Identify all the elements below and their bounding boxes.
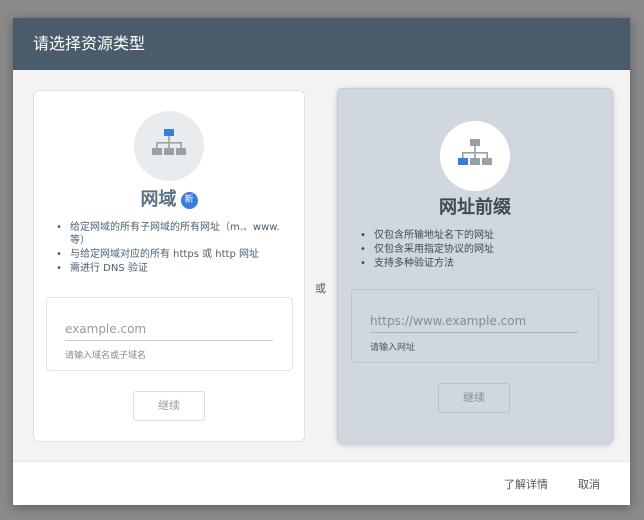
domain-property-card[interactable]: 网域新 给定网域的所有子网域的所有网址（m.、www. 等） 与给定网域对应的所… (33, 90, 305, 442)
prefix-icon-circle (440, 121, 510, 191)
list-item: 仅包含采用指定协议的网址 (360, 243, 598, 256)
new-badge: 新 (180, 192, 198, 209)
url-prefix-property-card[interactable]: 网址前缀 仅包含所输地址名下的网址 仅包含采用指定协议的网址 支持多种验证方法 … (337, 88, 613, 444)
prefix-helper-text: 请输入网址 (370, 343, 416, 353)
domain-helper-text: 请输入域名或子域名 (65, 351, 147, 361)
list-item: 支持多种验证方法 (360, 257, 598, 270)
prefix-card-title: 网址前缀 (439, 197, 511, 218)
resource-type-dialog: 请选择资源类型 网域新 给定 (13, 18, 630, 505)
list-item: 与给定网域对应的所有 https 或 http 网址 (56, 248, 290, 261)
list-item: 需进行 DNS 验证 (56, 262, 290, 275)
dialog-body: 网域新 给定网域的所有子网域的所有网址（m.、www. 等） 与给定网域对应的所… (13, 70, 630, 462)
domain-title-text: 网域 (140, 189, 177, 210)
list-item: 仅包含所输地址名下的网址 (360, 229, 598, 242)
domain-card-title: 网域新 (34, 185, 304, 211)
prefix-input-box: 请输入网址 (351, 289, 599, 363)
domain-input[interactable] (65, 318, 273, 341)
domain-input-box: 请输入域名或子域名 (46, 297, 293, 371)
prefix-bullet-list: 仅包含所输地址名下的网址 仅包含采用指定协议的网址 支持多种验证方法 (360, 229, 598, 271)
dialog-header: 请选择资源类型 (13, 18, 630, 70)
sitemap-icon (458, 139, 492, 165)
dialog-title: 请选择资源类型 (33, 34, 146, 53)
domain-icon-circle (134, 111, 204, 181)
dialog-footer: 了解详情 取消 (13, 461, 630, 505)
sitemap-icon (152, 129, 186, 155)
prefix-continue-button[interactable]: 继续 (438, 383, 510, 413)
cancel-button[interactable]: 取消 (578, 476, 600, 492)
url-prefix-input[interactable] (370, 310, 578, 333)
learn-more-link[interactable]: 了解详情 (504, 476, 548, 492)
domain-continue-button[interactable]: 继续 (133, 391, 205, 421)
domain-bullet-list: 给定网域的所有子网域的所有网址（m.、www. 等） 与给定网域对应的所有 ht… (56, 221, 290, 276)
or-separator: 或 (315, 282, 326, 295)
list-item: 给定网域的所有子网域的所有网址（m.、www. 等） (56, 221, 290, 247)
